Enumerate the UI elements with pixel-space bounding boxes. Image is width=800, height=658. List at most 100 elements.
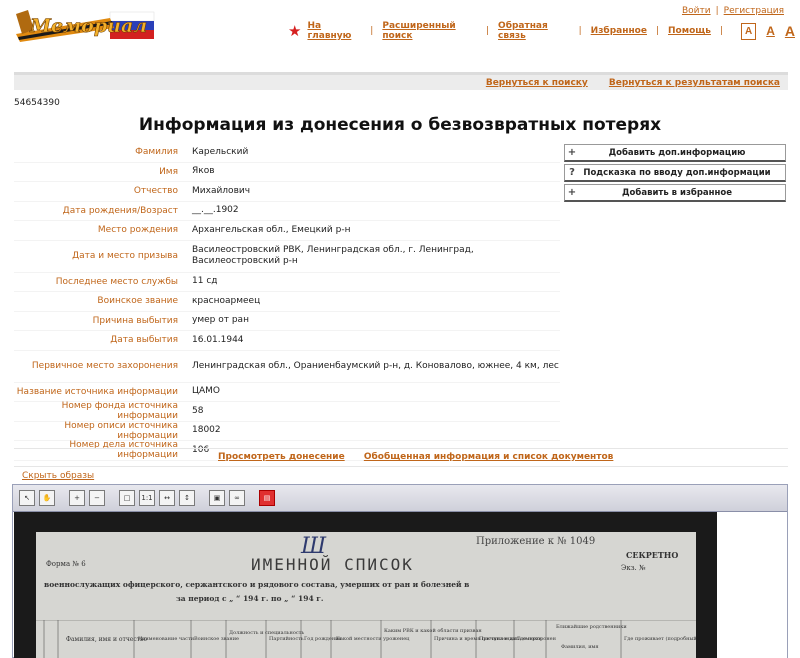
nav-home[interactable]: На главную <box>307 21 361 41</box>
field-label: Название источника информации <box>16 386 178 397</box>
nav-favorites[interactable]: Избранное <box>591 26 647 36</box>
zoom-in-icon[interactable]: + <box>69 490 85 506</box>
scan-appendix: Приложение к № 1049 <box>476 536 596 547</box>
register-link[interactable]: Регистрация <box>724 6 784 16</box>
field-label: Фамилия <box>135 147 178 158</box>
field-label: Дата рождения/Возраст <box>62 205 178 216</box>
font-size-medium[interactable]: A <box>766 24 775 38</box>
font-size-small[interactable]: A <box>740 22 757 40</box>
back-to-search-link[interactable]: Вернуться к поиску <box>486 78 588 88</box>
scan-col: Где похоронен <box>517 636 556 642</box>
back-links: Вернуться к поиску Вернуться к результат… <box>468 78 780 88</box>
grey-bar-top <box>14 72 788 75</box>
hide-images-link[interactable]: Скрыть образы <box>22 471 94 481</box>
document-scan-image[interactable]: Форма № 6 Приложение к № 1049 СЕКРЕТНО Э… <box>14 512 717 658</box>
field-value: Василеостровский РВК, Ленинградская обл.… <box>192 245 474 266</box>
field-value: 11 сд <box>192 276 218 287</box>
field-value: Карельский <box>192 146 249 157</box>
button-label: Добавить в избранное <box>621 187 732 198</box>
table-row: Дата выбытия 16.01.1944 <box>14 331 560 351</box>
scan-heading: ИМЕННОЙ СПИСОК <box>251 555 414 574</box>
scan-col: Наименование части <box>138 636 195 642</box>
fit-height-icon[interactable]: ↕ <box>179 490 195 506</box>
pdf-icon[interactable]: ▤ <box>259 490 275 506</box>
field-label: Причина выбытия <box>92 315 178 326</box>
info-table: Фамилия Карельский Имя Яков Отчество Михайл… <box>14 143 560 461</box>
image-viewer: ↖ ✋ + − □ 1:1 ↔ ↕ ▣ ∞ ▤ Форма № 6 Прилож… <box>12 484 788 658</box>
back-to-results-link[interactable]: Вернуться к результатам поиска <box>609 78 780 88</box>
field-value: 58 <box>192 405 204 416</box>
actual-size-icon[interactable]: 1:1 <box>139 490 155 506</box>
field-value: 18002 <box>192 425 221 436</box>
fit-page-icon[interactable]: □ <box>119 490 135 506</box>
login-link[interactable]: Войти <box>682 6 711 16</box>
table-row: Последнее место службы 11 сд <box>14 273 560 292</box>
scan-col: Фамилия, имя <box>561 644 599 650</box>
table-row: Место рождения Архангельская обл., Емецки… <box>14 221 560 241</box>
field-label: Воинское звание <box>97 296 178 307</box>
table-row: Фамилия Карельский <box>14 143 560 163</box>
scan-col: Какой местности уроженец <box>336 636 410 642</box>
nav-help[interactable]: Помощь <box>668 26 711 36</box>
plus-icon: + <box>567 187 577 198</box>
memorial-logo[interactable]: Мемориал <box>14 4 158 44</box>
field-label: Имя <box>159 166 178 177</box>
scan-copy: Экз. № <box>621 564 646 572</box>
field-value: Яков <box>192 166 215 177</box>
link-icon[interactable]: ∞ <box>229 490 245 506</box>
zoom-out-icon[interactable]: − <box>89 490 105 506</box>
field-value: Михайлович <box>192 185 251 196</box>
scan-col: Воинское звание <box>194 636 239 642</box>
add-favorite-button[interactable]: + Добавить в избранное <box>564 184 786 202</box>
font-size-large[interactable]: A <box>785 23 795 39</box>
add-info-button[interactable]: + Добавить доп.информацию <box>564 144 786 162</box>
field-value: Архангельская обл., Емецкий р-н <box>192 224 351 235</box>
scan-stamp: Ш <box>301 534 327 559</box>
view-report-link[interactable]: Просмотреть донесение <box>218 452 345 462</box>
save-icon[interactable]: ▣ <box>209 490 225 506</box>
main-nav: ★ На главную | Расширенный поиск | Обрат… <box>288 21 800 41</box>
table-row: Название источника информации ЦАМО <box>14 383 560 402</box>
scan-paper: Форма № 6 Приложение к № 1049 СЕКРЕТНО Э… <box>36 532 697 658</box>
field-label: Номер дела источника информации <box>69 440 178 461</box>
question-icon: ? <box>569 167 575 178</box>
table-row: Номер фонда источника информации 58 <box>14 401 560 422</box>
scan-col: Каким РВК и какой области призван <box>384 628 482 634</box>
field-value: умер от ран <box>192 315 249 326</box>
nav-advanced-search[interactable]: Расширенный поиск <box>382 21 477 41</box>
field-label: Первичное место захоронения <box>31 361 178 371</box>
field-label: Номер описи источника информации <box>64 420 178 441</box>
divider <box>14 448 788 449</box>
field-label: Дата и место призыва <box>72 251 178 261</box>
table-row: Дата рождения/Возраст __.__.1902 <box>14 202 560 221</box>
auth-links: Войти | Регистрация <box>681 6 784 16</box>
table-row: Воинское звание красноармеец <box>14 292 560 312</box>
pointer-icon[interactable]: ↖ <box>19 490 35 506</box>
scan-period: за период с „ “ 194 г. по „ “ 194 г. <box>176 594 324 603</box>
button-label: Подсказка по вводу доп.информации <box>583 167 771 178</box>
document-links: Просмотреть донесение Обобщенная информа… <box>218 452 629 462</box>
scan-form-number: Форма № 6 <box>46 560 86 568</box>
scan-col: Где проживает (подробный <box>624 636 697 642</box>
field-value: Ленинградская обл., Ораниенбаумский р-н,… <box>192 360 559 371</box>
field-label: Последнее место службы <box>55 276 178 287</box>
summary-docs-link[interactable]: Обобщенная информация и список документо… <box>364 452 614 462</box>
font-size-switcher: A A A <box>736 22 800 40</box>
info-hint-button[interactable]: ? Подсказка по вводу доп.информации <box>564 164 786 182</box>
table-row: Отчество Михайлович <box>14 182 560 202</box>
field-value: 16.01.1944 <box>192 334 244 345</box>
table-row: Причина выбытия умер от ран <box>14 312 560 331</box>
scan-secret: СЕКРЕТНО <box>626 550 679 560</box>
page-title: Информация из донесения о безвозвратных … <box>138 115 662 135</box>
field-label: Место рождения <box>97 225 178 236</box>
fit-width-icon[interactable]: ↔ <box>159 490 175 506</box>
record-id: 54654390 <box>14 98 60 108</box>
table-row: Дата и место призыва Василеостровский РВК… <box>14 241 560 273</box>
hand-icon[interactable]: ✋ <box>39 490 55 506</box>
field-value: красноармеец <box>192 295 261 306</box>
viewer-toolbar: ↖ ✋ + − □ 1:1 ↔ ↕ ▣ ∞ ▤ <box>13 485 787 512</box>
button-label: Добавить доп.информацию <box>608 147 746 158</box>
nav-feedback[interactable]: Обратная связь <box>498 21 570 41</box>
field-label: Отчество <box>133 186 178 197</box>
divider <box>14 466 788 467</box>
